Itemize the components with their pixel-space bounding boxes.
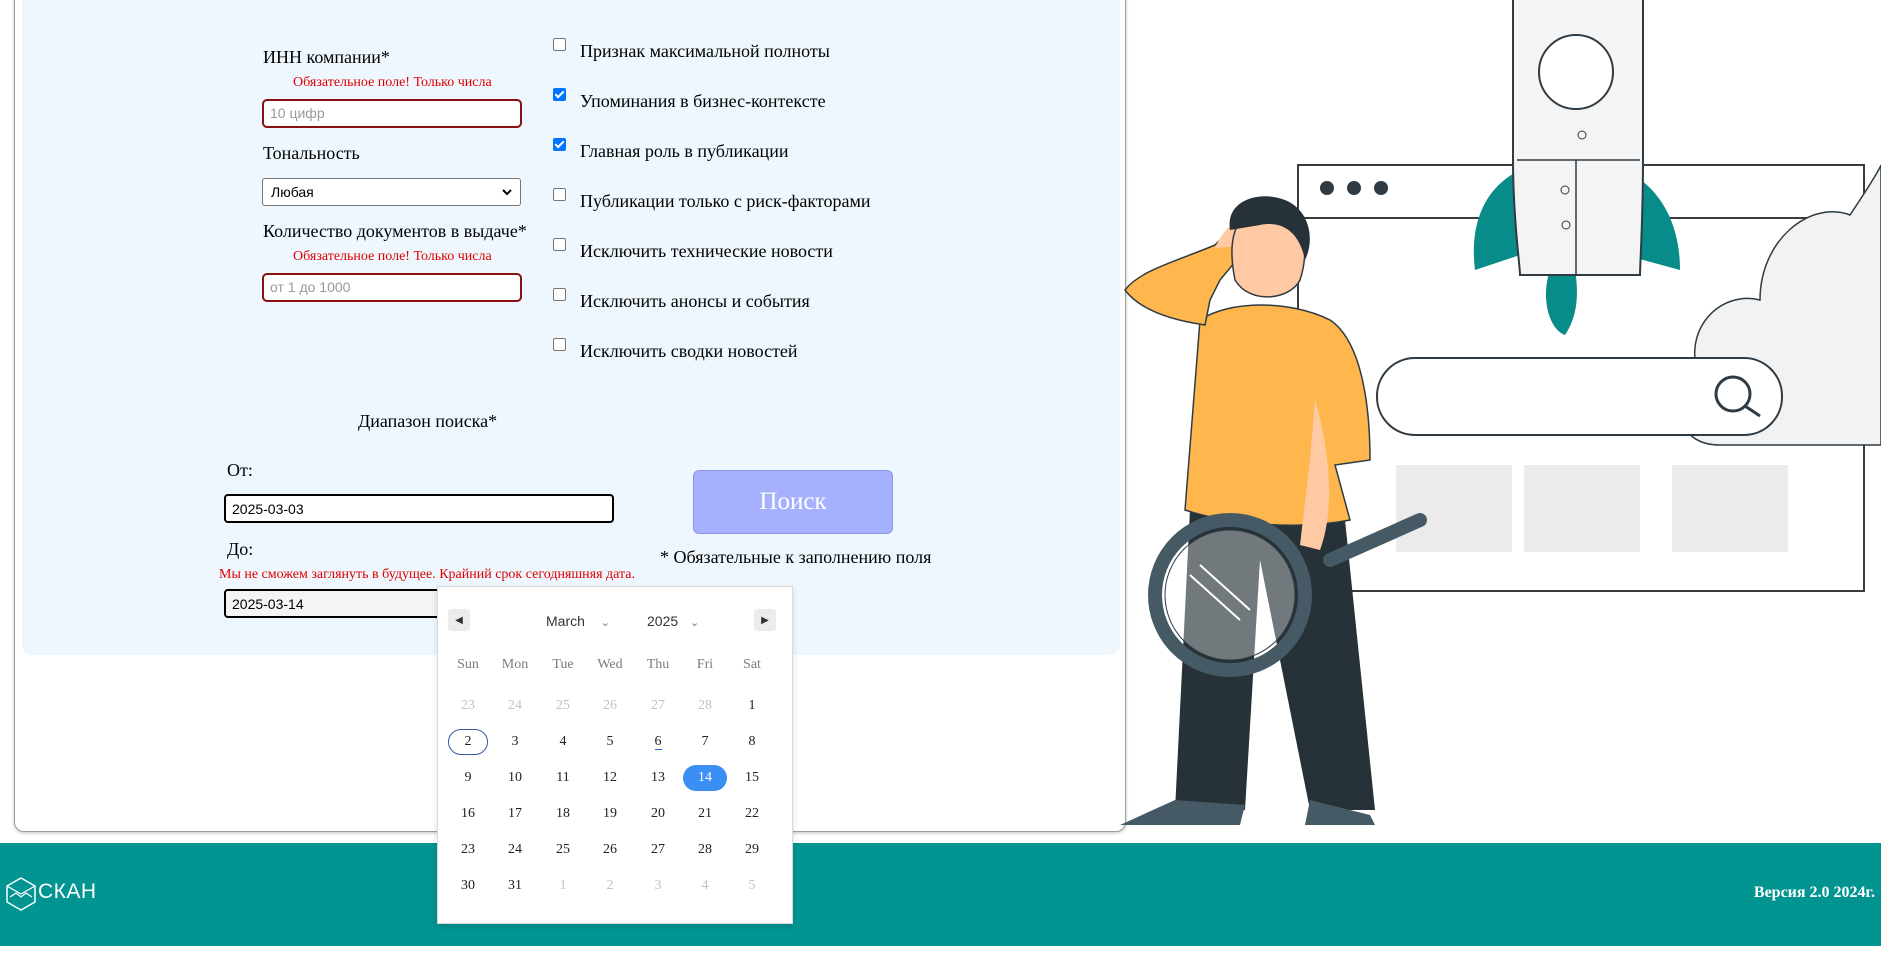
checkbox-risk-factors[interactable]	[553, 188, 566, 201]
docs-count-input[interactable]: от 1 до 1000	[262, 273, 522, 302]
calendar-day[interactable]: 3	[495, 729, 535, 755]
calendar-day[interactable]: 22	[732, 801, 772, 827]
calendar-day[interactable]: 4	[543, 729, 583, 755]
calendar-day[interactable]: 17	[495, 801, 535, 827]
tone-label: Тональность	[263, 143, 360, 163]
calendar-day[interactable]: 30	[448, 873, 488, 899]
calendar-day[interactable]: 1	[732, 693, 772, 719]
calendar-day[interactable]: 31	[495, 873, 535, 899]
footer	[0, 843, 1881, 946]
inn-label: ИНН компании*	[263, 47, 390, 67]
from-label: От:	[227, 460, 253, 480]
search-button[interactable]: Поиск	[693, 470, 893, 534]
checkbox-label: Исключить анонсы и события	[580, 291, 810, 311]
calendar-day-label: 6	[654, 734, 662, 750]
checkbox-label: Исключить сводки новостей	[580, 341, 798, 361]
weekday-label: Fri	[696, 657, 714, 672]
checkbox-label: Главная роль в публикации	[580, 141, 789, 161]
calendar-day[interactable]: 26	[590, 693, 630, 719]
checkbox-exclude-announcements[interactable]	[553, 288, 566, 301]
checkbox-main-role[interactable]	[553, 138, 566, 151]
calendar-day[interactable]: 11	[543, 765, 583, 791]
calendar-day[interactable]: 7	[685, 729, 725, 755]
year-select-value: 2025	[647, 613, 679, 629]
calendar-day[interactable]: 16	[448, 801, 488, 827]
checkbox-label: Признак максимальной полноты	[580, 41, 830, 61]
weekday-label: Thu	[646, 657, 670, 672]
to-date-error: Мы не сможем заглянуть в будущее. Крайни…	[219, 567, 636, 582]
calendar-day[interactable]: 23	[448, 693, 488, 719]
tone-select-value: Любая	[271, 184, 314, 200]
bottom-strip	[0, 946, 1881, 953]
calendar-day[interactable]: 1	[543, 873, 583, 899]
checkbox-exclude-digests[interactable]	[553, 338, 566, 351]
weekday-label: Tue	[552, 657, 574, 672]
docs-count-error: Обязательное поле! Только числа	[293, 249, 492, 264]
checkbox-label: Публикации только с риск-факторами	[580, 191, 871, 211]
checkbox-business-context[interactable]	[553, 88, 566, 101]
date-picker-popup[interactable]: ◀ March ⌄ 2025 ⌄ ▶ Sun Mon Tue Wed Thu Fri Sat…	[437, 586, 793, 924]
calendar-day[interactable]: 6	[638, 729, 678, 755]
chevron-down-icon: ⌄	[690, 617, 700, 629]
tone-select[interactable]: Любая	[262, 178, 521, 206]
calendar-day[interactable]: 3	[638, 873, 678, 899]
calendar-day[interactable]: 15	[732, 765, 772, 791]
calendar-day[interactable]: 5	[590, 729, 630, 755]
logo-icon	[6, 877, 36, 911]
checkbox-label: Исключить технические новости	[580, 241, 833, 261]
footer-logo-text: СКАН	[38, 880, 97, 903]
calendar-day[interactable]: 28	[685, 837, 725, 863]
year-select[interactable]: 2025 ⌄	[647, 613, 699, 629]
calendar-day[interactable]: 5	[732, 873, 772, 899]
chevron-down-icon: ⌄	[600, 617, 611, 629]
month-select[interactable]: March ⌄	[546, 613, 610, 629]
weekday-label: Mon	[501, 657, 529, 672]
chevron-down-icon	[502, 188, 512, 195]
weekday-label: Wed	[597, 657, 623, 672]
search-form-panel	[22, 0, 1120, 655]
calendar-day[interactable]: 21	[685, 801, 725, 827]
next-month-button[interactable]: ▶	[754, 609, 776, 631]
calendar-day[interactable]: 4	[685, 873, 725, 899]
calendar-day[interactable]: 28	[685, 693, 725, 719]
month-select-value: March	[546, 613, 585, 629]
weekday-label: Sun	[457, 657, 479, 672]
calendar-day[interactable]: 27	[638, 693, 678, 719]
calendar-day[interactable]: 24	[495, 837, 535, 863]
inn-input[interactable]: 10 цифр	[262, 99, 522, 128]
checkbox-label: Упоминания в бизнес-контексте	[580, 91, 826, 111]
calendar-day[interactable]: 12	[590, 765, 630, 791]
calendar-day[interactable]: 14	[683, 765, 727, 791]
calendar-day[interactable]: 19	[590, 801, 630, 827]
weekday-label: Sat	[743, 657, 761, 672]
calendar-day[interactable]: 18	[543, 801, 583, 827]
inn-error: Обязательное поле! Только числа	[293, 75, 492, 90]
search-illustration	[1120, 0, 1881, 825]
checkbox-exclude-tech[interactable]	[553, 238, 566, 251]
calendar-day[interactable]: 13	[638, 765, 678, 791]
calendar-day[interactable]: 2	[448, 729, 488, 755]
calendar-day[interactable]: 20	[638, 801, 678, 827]
from-date-input[interactable]: 2025-03-03	[224, 494, 614, 523]
calendar-day[interactable]: 26	[590, 837, 630, 863]
calendar-day[interactable]: 29	[732, 837, 772, 863]
calendar-day[interactable]: 9	[448, 765, 488, 791]
required-fields-note: * Обязательные к заполнению поля	[660, 547, 932, 567]
calendar-day[interactable]: 8	[732, 729, 772, 755]
prev-month-button[interactable]: ◀	[448, 609, 470, 631]
calendar-day[interactable]: 2	[590, 873, 630, 899]
calendar-day[interactable]: 10	[495, 765, 535, 791]
date-range-label: Диапазон поиска*	[358, 411, 498, 431]
calendar-day[interactable]: 27	[638, 837, 678, 863]
calendar-day[interactable]: 24	[495, 693, 535, 719]
to-label: До:	[227, 539, 254, 559]
checkbox-max-completeness[interactable]	[553, 38, 566, 51]
calendar-day[interactable]: 25	[543, 693, 583, 719]
docs-count-label: Количество документов в выдаче*	[263, 221, 527, 241]
footer-version: Версия 2.0 2024г.	[1753, 884, 1875, 901]
calendar-day[interactable]: 25	[543, 837, 583, 863]
calendar-day[interactable]: 23	[448, 837, 488, 863]
